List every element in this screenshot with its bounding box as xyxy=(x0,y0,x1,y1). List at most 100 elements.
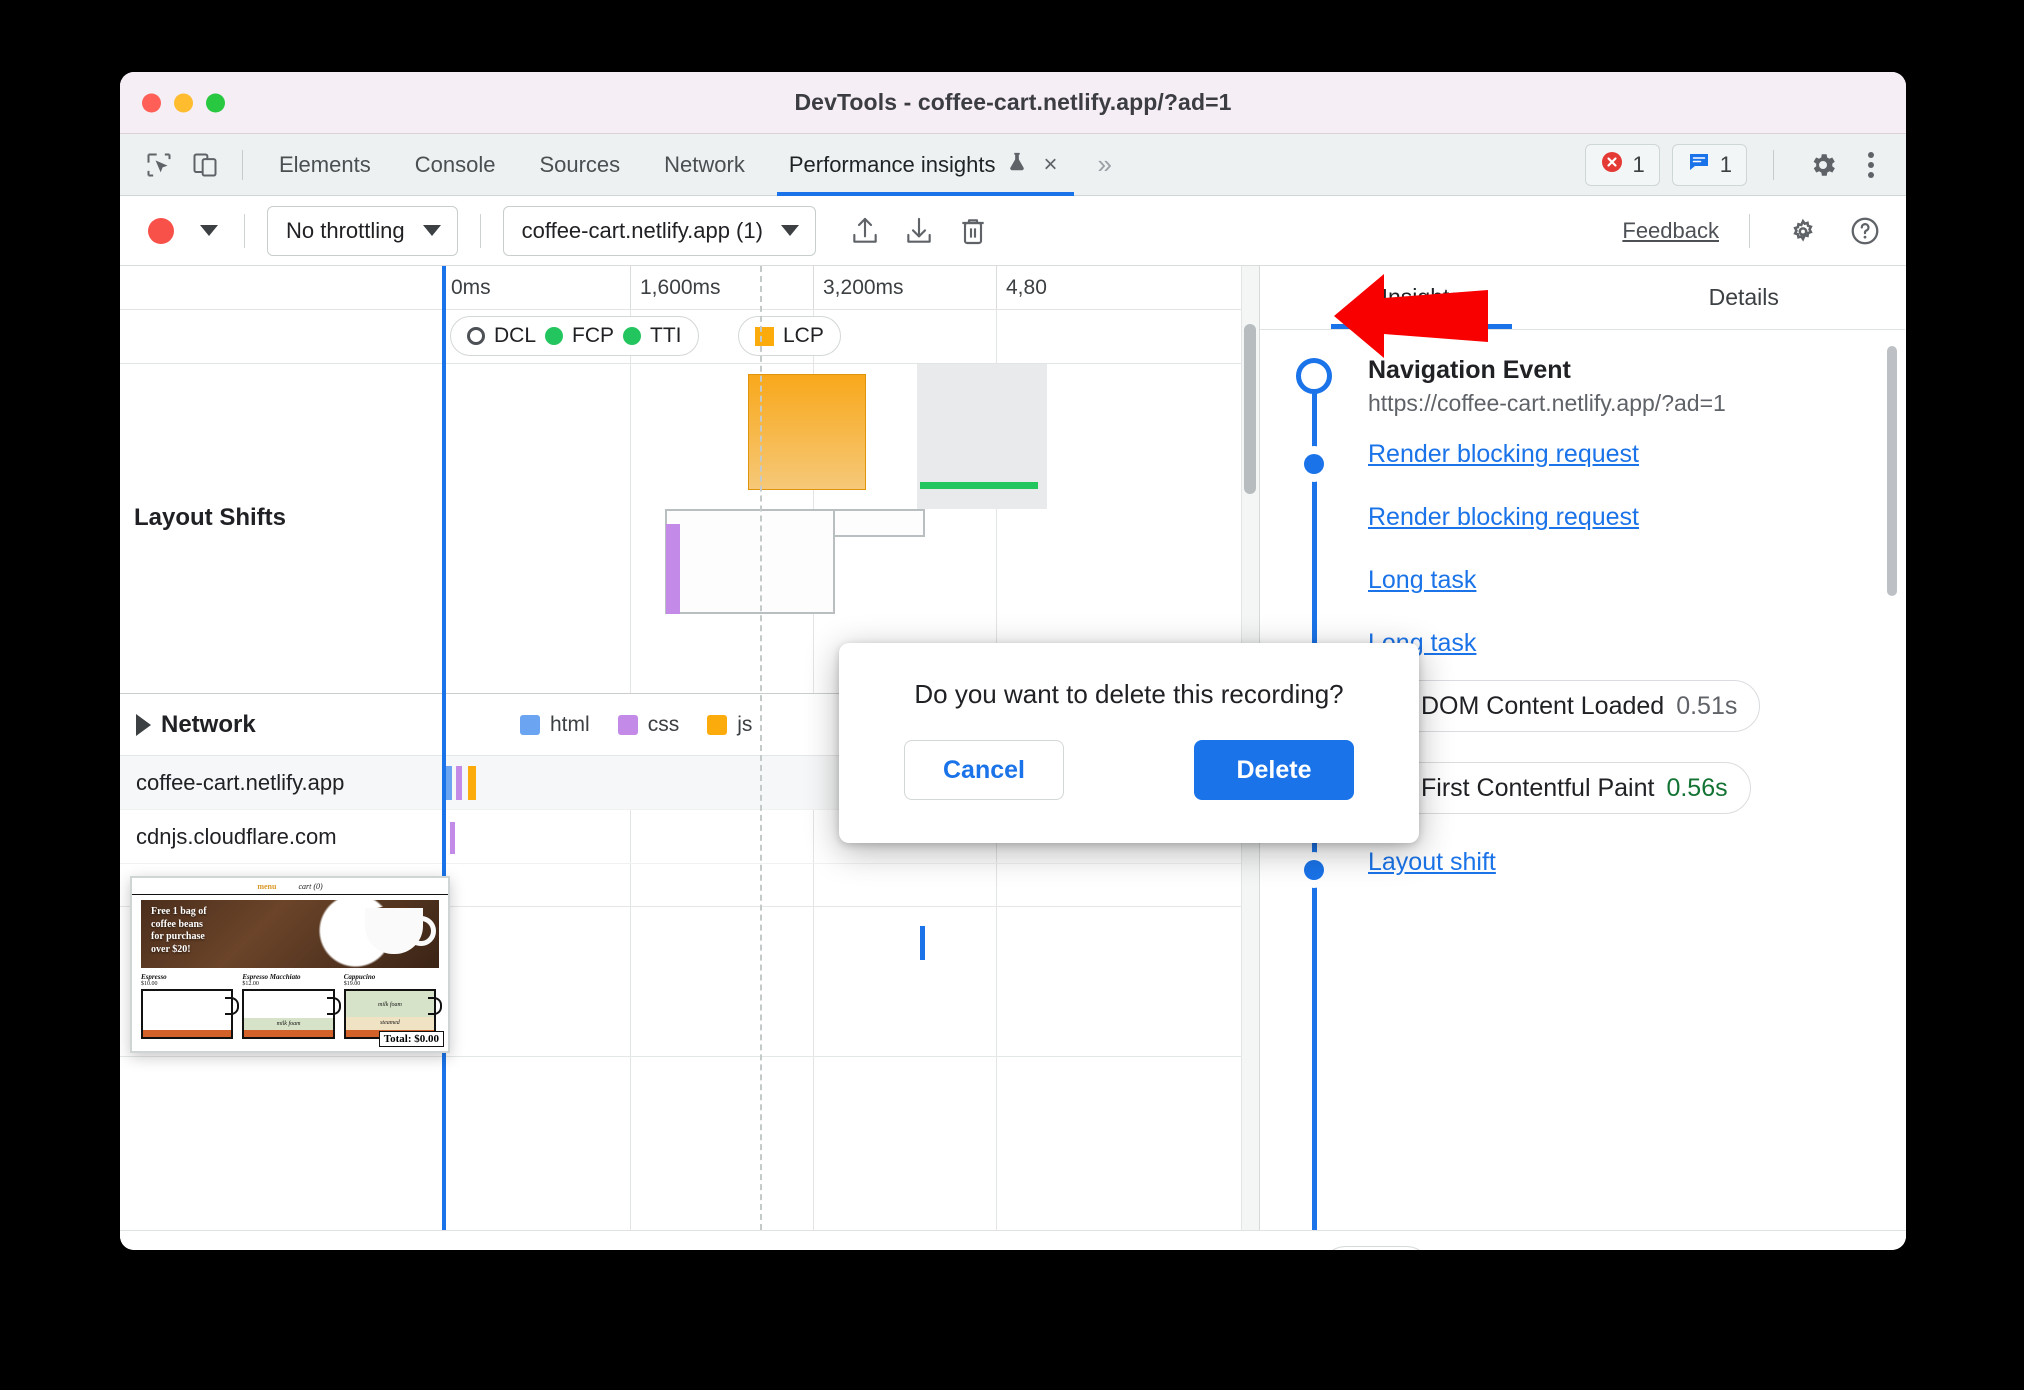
download-icon[interactable] xyxy=(896,208,942,254)
rail-node-navigation[interactable] xyxy=(1296,358,1332,394)
minimize-window-button[interactable] xyxy=(174,93,193,112)
jump-to-start-icon[interactable] xyxy=(328,1248,376,1251)
message-count-badge[interactable]: 1 xyxy=(1671,143,1747,186)
close-tab-icon[interactable]: × xyxy=(1040,152,1062,177)
thumb-product-name: Espresso xyxy=(141,973,167,981)
insight-link[interactable]: Long task xyxy=(1368,566,1476,594)
tabbar-right-divider xyxy=(1773,149,1774,180)
cancel-button[interactable]: Cancel xyxy=(904,740,1064,800)
filmstrip-screenshot-thumbnail[interactable]: menu cart (0) Free 1 bag of coffee beans f… xyxy=(130,876,450,1053)
thumb-hero-banner: Free 1 bag of coffee beans for purchase ove… xyxy=(141,900,439,968)
marker-lcp-label: LCP xyxy=(783,324,824,347)
request-bar-js xyxy=(468,766,476,800)
tab-elements[interactable]: Elements xyxy=(257,134,393,196)
more-tabs-icon[interactable]: » xyxy=(1084,149,1126,180)
tab-console[interactable]: Console xyxy=(393,134,518,196)
insight-long-task-1[interactable]: Long task xyxy=(1368,566,1881,595)
insight-link[interactable]: Render blocking request xyxy=(1368,440,1639,468)
error-count-badge[interactable]: 1 xyxy=(1584,143,1660,186)
toolbar-divider-1 xyxy=(244,213,245,248)
status-badge[interactable]: First Contentful Paint 0.56s xyxy=(1368,762,1751,814)
tab-sources[interactable]: Sources xyxy=(517,134,642,196)
screenshots-off-icon[interactable] xyxy=(150,1248,198,1251)
thumb-product-list: Espresso $10.00 Espresso Macchiato $12.0… xyxy=(141,973,443,1039)
upload-icon[interactable] xyxy=(842,208,888,254)
insight-navigation-event[interactable]: Navigation Event https://coffee-cart.net… xyxy=(1368,356,1881,417)
toolbar-divider-3 xyxy=(1749,213,1750,248)
track-separator xyxy=(120,1056,1259,1057)
tab-sources-label: Sources xyxy=(539,151,621,177)
gear-icon[interactable] xyxy=(1800,142,1846,188)
insight-dom-content-loaded[interactable]: DOM Content Loaded 0.51s xyxy=(1368,680,1881,732)
insights-scrollbar-thumb[interactable] xyxy=(1887,346,1897,596)
thumb-product-cup: milk foam xyxy=(242,989,342,1039)
tab-console-label: Console xyxy=(414,151,496,177)
help-circle-icon[interactable] xyxy=(1842,208,1888,254)
playback-speed-select[interactable]: x1 xyxy=(1320,1245,1432,1250)
cancel-button-label: Cancel xyxy=(943,755,1025,784)
device-toolbar-icon[interactable] xyxy=(182,142,228,188)
insight-link[interactable]: Layout shift xyxy=(1368,848,1496,876)
trash-icon[interactable] xyxy=(950,208,996,254)
network-request-name: coffee-cart.netlify.app xyxy=(136,769,345,795)
marker-lcp[interactable]: LCP xyxy=(738,316,841,356)
thumb-nav-menu: menu xyxy=(257,881,277,891)
insight-render-blocking-2[interactable]: Render blocking request xyxy=(1368,503,1881,532)
lcp-candidate-block[interactable] xyxy=(748,374,866,490)
thumb-layer-steamed: steamed xyxy=(345,1017,435,1030)
thumb-product: Cappucino $19.00 milk foam steamed xyxy=(343,973,443,1039)
rail-node-render-blocking-1[interactable] xyxy=(1304,454,1324,474)
marker-group-dcl-fcp-tti[interactable]: DCL FCP TTI xyxy=(450,316,699,356)
dcl-ring-icon xyxy=(467,327,485,345)
request-bar-css xyxy=(456,766,462,800)
delete-button[interactable]: Delete xyxy=(1194,740,1354,800)
zoom-out-icon[interactable] xyxy=(1498,1248,1546,1251)
record-options-chevron-down-icon[interactable] xyxy=(200,225,218,236)
maximize-window-button[interactable] xyxy=(206,93,225,112)
request-bar-css xyxy=(450,822,455,854)
recording-select[interactable]: coffee-cart.netlify.app (1) xyxy=(502,205,816,256)
throttling-select[interactable]: No throttling xyxy=(267,205,458,256)
insight-long-task-2[interactable]: Long task xyxy=(1368,629,1881,658)
thumb-layer-milkfoam: milk foam xyxy=(244,1018,333,1030)
timeline-scrollbar-thumb[interactable] xyxy=(1244,324,1256,494)
marker-fcp-label: FCP xyxy=(572,324,615,347)
zoom-in-icon[interactable] xyxy=(1828,1248,1876,1251)
traffic-lights xyxy=(142,93,225,112)
track-layout-shifts-label: Layout Shifts xyxy=(134,504,287,531)
feedback-link[interactable]: Feedback xyxy=(1622,218,1719,244)
gear-icon[interactable] xyxy=(1780,208,1826,254)
network-request-name: cdnjs.cloudflare.com xyxy=(136,823,337,849)
tabbar-divider xyxy=(242,149,243,180)
thumb-product-price: $12.00 xyxy=(242,981,259,987)
marker-tti-label: TTI xyxy=(650,324,682,347)
tab-performance-insights[interactable]: Performance insights × xyxy=(767,134,1084,196)
red-left-arrow xyxy=(1334,274,1488,358)
inspect-element-icon[interactable] xyxy=(136,142,182,188)
insight-pill-value: 0.51s xyxy=(1676,691,1738,720)
shift-box-right xyxy=(833,509,925,537)
expand-network-triangle-icon[interactable] xyxy=(136,713,151,736)
timeline-playhead[interactable] xyxy=(442,266,446,1230)
close-window-button[interactable] xyxy=(142,93,161,112)
rail-node-layout-shift[interactable] xyxy=(1304,860,1324,880)
css-purple-bar xyxy=(666,524,680,614)
status-badge[interactable]: DOM Content Loaded 0.51s xyxy=(1368,680,1761,732)
insight-first-contentful-paint[interactable]: First Contentful Paint 0.56s xyxy=(1368,762,1881,814)
insight-layout-shift[interactable]: Layout shift xyxy=(1368,848,1881,877)
legend-css-label: css xyxy=(647,712,680,736)
shift-box-left xyxy=(665,509,835,614)
tab-details[interactable]: Details xyxy=(1583,266,1906,329)
three-dot-menu-icon[interactable] xyxy=(1858,146,1884,184)
lcp-square-icon xyxy=(755,326,774,346)
marker-dcl-label: DCL xyxy=(494,324,537,347)
play-icon[interactable] xyxy=(254,1248,302,1251)
screenshot-root: DevTools - coffee-cart.netlify.app/?ad=1… xyxy=(0,0,2024,1390)
timeline-ruler[interactable]: 0ms 1,600ms 3,200ms 4,80 xyxy=(120,266,1259,310)
insight-link[interactable]: Render blocking request xyxy=(1368,503,1639,531)
thumb-nav: menu cart (0) xyxy=(132,878,448,895)
tab-network[interactable]: Network xyxy=(642,134,767,196)
record-circle-icon[interactable] xyxy=(148,217,174,244)
insight-render-blocking-1[interactable]: Render blocking request xyxy=(1368,440,1881,469)
toolbar-right-area: Feedback xyxy=(1622,208,1888,254)
